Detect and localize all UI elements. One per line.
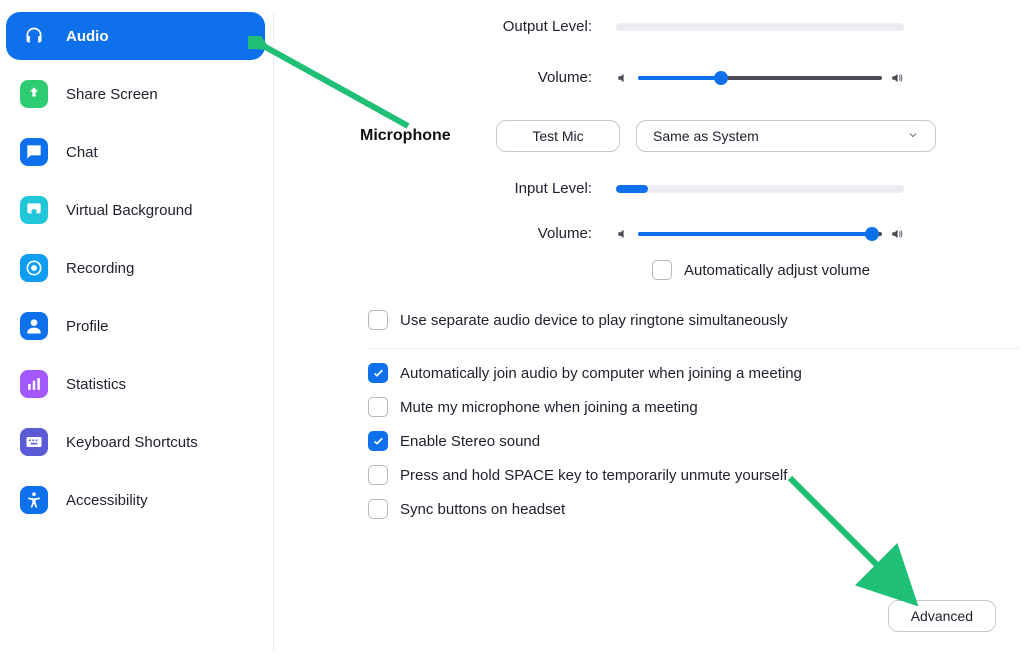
accessibility-icon xyxy=(20,486,48,514)
sidebar-item-label: Statistics xyxy=(66,376,126,393)
virtual-background-icon xyxy=(20,196,48,224)
microphone-device-selected: Same as System xyxy=(653,128,759,144)
sidebar-item-profile[interactable]: Profile xyxy=(6,302,265,350)
auto-join-audio-label: Automatically join audio by computer whe… xyxy=(400,365,802,382)
input-level-label: Input Level: xyxy=(296,180,616,197)
sidebar-item-accessibility[interactable]: Accessibility xyxy=(6,476,265,524)
share-screen-icon xyxy=(20,80,48,108)
profile-icon xyxy=(20,312,48,340)
mic-volume-slider[interactable] xyxy=(638,232,882,236)
sidebar-item-recording[interactable]: Recording xyxy=(6,244,265,292)
sidebar-item-label: Profile xyxy=(66,318,109,335)
output-volume-slider[interactable] xyxy=(638,76,882,80)
sync-headset-checkbox[interactable] xyxy=(368,499,388,519)
sidebar-item-audio[interactable]: Audio xyxy=(6,12,265,60)
sidebar-item-label: Audio xyxy=(66,28,109,45)
speaker-low-icon xyxy=(616,71,630,85)
sidebar-item-label: Share Screen xyxy=(66,86,158,103)
keyboard-icon xyxy=(20,428,48,456)
separate-device-label: Use separate audio device to play ringto… xyxy=(400,312,788,329)
auto-adjust-volume-label: Automatically adjust volume xyxy=(684,262,870,279)
sidebar-item-share-screen[interactable]: Share Screen xyxy=(6,70,265,118)
section-divider xyxy=(368,348,1020,349)
mic-volume-label: Volume: xyxy=(296,225,616,242)
sidebar-item-label: Virtual Background xyxy=(66,202,192,219)
statistics-icon xyxy=(20,370,48,398)
microphone-section-label: Microphone xyxy=(296,127,496,145)
speaker-high-icon xyxy=(890,71,904,85)
chat-icon xyxy=(20,138,48,166)
audio-settings-panel: Output Level: Volume: Microphone Test Mi… xyxy=(296,12,1020,652)
sidebar-item-chat[interactable]: Chat xyxy=(6,128,265,176)
speaker-high-icon xyxy=(890,227,904,241)
settings-sidebar: Audio Share Screen Chat Virtual Backgrou… xyxy=(6,12,274,652)
sidebar-item-statistics[interactable]: Statistics xyxy=(6,360,265,408)
sidebar-item-label: Keyboard Shortcuts xyxy=(66,434,198,451)
push-to-talk-label: Press and hold SPACE key to temporarily … xyxy=(400,467,787,484)
auto-join-audio-checkbox[interactable] xyxy=(368,363,388,383)
advanced-button[interactable]: Advanced xyxy=(888,600,996,632)
microphone-device-dropdown[interactable]: Same as System xyxy=(636,120,936,152)
sync-headset-label: Sync buttons on headset xyxy=(400,501,565,518)
output-level-label: Output Level: xyxy=(296,18,616,35)
speaker-low-icon xyxy=(616,227,630,241)
sidebar-item-label: Accessibility xyxy=(66,492,148,509)
mute-on-join-label: Mute my microphone when joining a meetin… xyxy=(400,399,698,416)
sidebar-item-label: Chat xyxy=(66,144,98,161)
enable-stereo-label: Enable Stereo sound xyxy=(400,433,540,450)
push-to-talk-checkbox[interactable] xyxy=(368,465,388,485)
sidebar-item-keyboard-shortcuts[interactable]: Keyboard Shortcuts xyxy=(6,418,265,466)
output-level-meter xyxy=(616,23,904,31)
input-level-meter xyxy=(616,185,904,193)
sidebar-item-virtual-background[interactable]: Virtual Background xyxy=(6,186,265,234)
separate-device-checkbox[interactable] xyxy=(368,310,388,330)
test-mic-button[interactable]: Test Mic xyxy=(496,120,620,152)
mute-on-join-checkbox[interactable] xyxy=(368,397,388,417)
input-level-fill xyxy=(616,185,648,193)
sidebar-item-label: Recording xyxy=(66,260,134,277)
output-volume-label: Volume: xyxy=(296,69,616,86)
headphones-icon xyxy=(20,22,48,50)
record-icon xyxy=(20,254,48,282)
enable-stereo-checkbox[interactable] xyxy=(368,431,388,451)
chevron-down-icon xyxy=(907,128,919,144)
auto-adjust-volume-checkbox[interactable] xyxy=(652,260,672,280)
